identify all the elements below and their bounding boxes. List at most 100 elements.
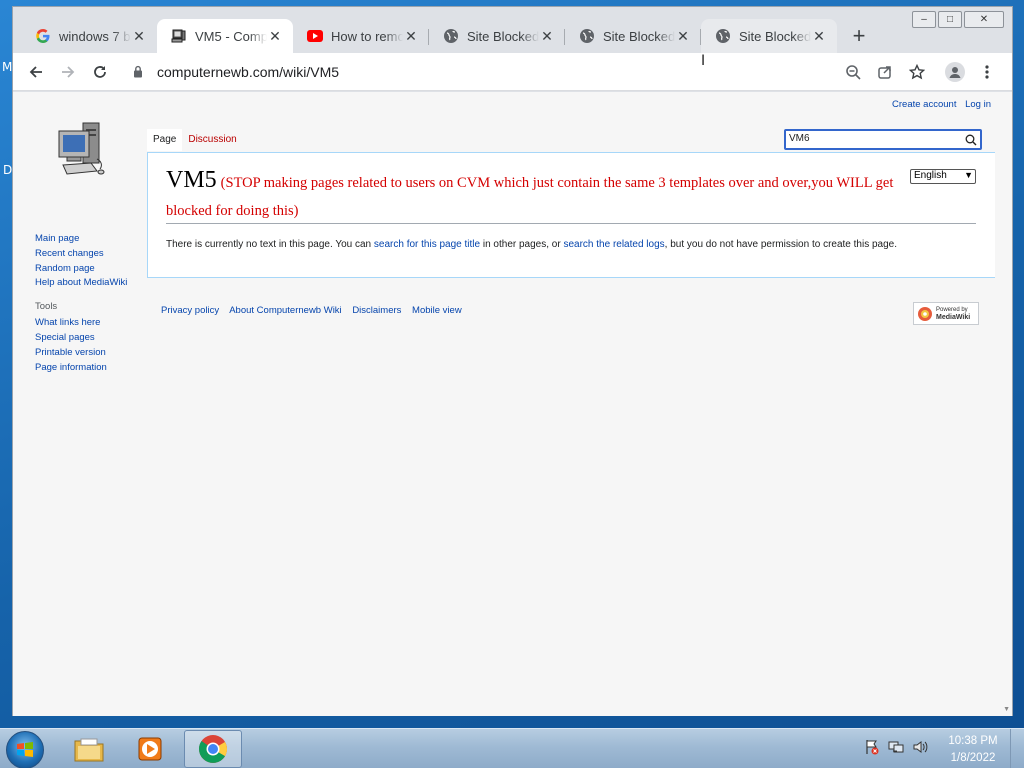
show-desktop-button[interactable] (1010, 729, 1024, 768)
globe-icon (579, 28, 595, 44)
new-tab-button[interactable]: + (845, 22, 873, 50)
zoom-icon[interactable] (843, 62, 863, 82)
computernewb-icon (171, 28, 187, 44)
tab-page[interactable]: Page (147, 129, 183, 151)
footer-links: Privacy policy About Computernewb Wiki D… (161, 305, 470, 316)
scroll-down-arrow-icon[interactable]: ▼ (1003, 706, 1010, 713)
system-tray (864, 739, 928, 760)
wiki-page: Create account Log in Main page Recent c… (13, 92, 1001, 716)
share-icon[interactable] (875, 62, 895, 82)
sidebar-item-page-information[interactable]: Page information (35, 361, 127, 376)
search-related-logs-link[interactable]: search the related logs (563, 239, 664, 250)
media-player-icon (138, 737, 162, 761)
tab-title: Site Blocked (467, 28, 539, 44)
language-select[interactable]: English ▼ (910, 169, 976, 184)
notice-text: in other pages, or (480, 239, 564, 250)
close-tab-icon[interactable]: ✕ (675, 28, 691, 45)
sidebar-item-special-pages[interactable]: Special pages (35, 331, 127, 346)
taskbar-explorer[interactable] (60, 730, 118, 768)
search-input-value: VM6 (789, 133, 810, 144)
desktop-icon-label: D (3, 163, 13, 177)
close-tab-icon[interactable]: ✕ (267, 28, 283, 45)
system-clock[interactable]: 10:38 PM 1/8/2022 (948, 733, 998, 767)
sidebar-item-help[interactable]: Help about MediaWiki (35, 276, 127, 291)
windows-logo-icon (17, 742, 33, 757)
create-account-link[interactable]: Create account (892, 99, 956, 110)
clock-date: 1/8/2022 (950, 752, 996, 764)
footer-link-privacy[interactable]: Privacy policy (161, 305, 219, 316)
back-arrow-icon (29, 66, 42, 78)
page-scrollbar[interactable]: ▼ (1001, 92, 1012, 716)
forward-button[interactable] (55, 59, 81, 85)
tab-site-blocked[interactable]: Site Blocked ✕ (565, 19, 701, 53)
site-logo[interactable] (53, 119, 109, 181)
tab-vm5[interactable]: VM5 - Comp ✕ (157, 19, 293, 53)
lock-icon[interactable] (133, 65, 143, 83)
reload-button[interactable] (87, 59, 113, 85)
tab-title: Site Blocked (739, 28, 811, 44)
back-button[interactable] (23, 59, 49, 85)
computer-logo-icon (58, 122, 105, 175)
notice-text: , but you do not have permission to crea… (664, 239, 898, 250)
sidebar: Main page Recent changes Random page Hel… (35, 232, 127, 375)
login-link[interactable]: Log in (965, 99, 991, 110)
search-icon[interactable] (965, 133, 977, 151)
page-title-main: VM5 (166, 167, 217, 193)
reload-icon (94, 66, 106, 78)
close-tab-icon[interactable]: ✕ (811, 28, 827, 45)
taskbar: 10:38 PM 1/8/2022 (0, 728, 1024, 768)
url-text: computernewb.com/wiki/VM5 (157, 64, 340, 80)
maximize-button[interactable]: □ (938, 11, 962, 28)
sidebar-item-random-page[interactable]: Random page (35, 262, 127, 277)
bookmark-star-icon[interactable] (907, 62, 927, 82)
footer-link-disclaimers[interactable]: Disclaimers (352, 305, 401, 316)
network-icon[interactable] (888, 739, 904, 760)
footer-link-mobile-view[interactable]: Mobile view (412, 305, 462, 316)
sidebar-item-printable-version[interactable]: Printable version (35, 346, 127, 361)
clock-time: 10:38 PM (948, 735, 998, 747)
tab-title: windows 7 bu (59, 28, 131, 44)
content-area: VM5 (STOP making pages related to users … (147, 152, 995, 278)
start-button[interactable] (6, 731, 44, 768)
tab-site-blocked[interactable]: Site Blocked ✕ (701, 19, 837, 53)
powered-by-text: Powered by (936, 306, 968, 313)
close-tab-icon[interactable]: ✕ (539, 28, 555, 45)
powered-by-mediawiki-badge[interactable]: Powered by MediaWiki (913, 302, 979, 325)
youtube-icon (307, 28, 323, 44)
close-window-button[interactable]: ✕ (964, 11, 1004, 28)
volume-icon[interactable] (912, 739, 928, 760)
text-cursor-icon: I (701, 53, 706, 69)
address-bar[interactable]: computernewb.com/wiki/VM5 (125, 57, 995, 87)
sidebar-item-recent-changes[interactable]: Recent changes (35, 247, 127, 262)
tab-site-blocked[interactable]: Site Blocked ✕ (429, 19, 565, 53)
tab-youtube[interactable]: How to remo ✕ (293, 19, 429, 53)
footer-link-about[interactable]: About Computernewb Wiki (229, 305, 341, 316)
close-tab-icon[interactable]: ✕ (131, 28, 147, 45)
action-center-icon[interactable] (864, 739, 880, 760)
forward-arrow-icon (62, 66, 75, 78)
explorer-icon (74, 738, 104, 762)
personal-tools: Create account Log in (886, 99, 991, 110)
taskbar-media-player[interactable] (122, 730, 180, 768)
browser-window: – □ ✕ windows 7 bu ✕ VM5 - Comp ✕ How to… (12, 6, 1013, 716)
close-tab-icon[interactable]: ✕ (403, 28, 419, 45)
tab-title: How to remo (331, 28, 403, 44)
browser-toolbar: computernewb.com/wiki/VM5 (13, 53, 1012, 91)
chevron-down-icon: ▼ (964, 170, 973, 180)
desktop-icon-label: M (2, 60, 13, 74)
search-input[interactable]: VM6 (784, 129, 982, 150)
sidebar-item-main-page[interactable]: Main page (35, 232, 127, 247)
search-page-title-link[interactable]: search for this page title (374, 239, 480, 250)
taskbar-chrome[interactable] (184, 730, 242, 768)
profile-icon[interactable] (945, 62, 965, 82)
tab-google[interactable]: windows 7 bu ✕ (21, 19, 157, 53)
globe-icon (443, 28, 459, 44)
window-controls: – □ ✕ (912, 11, 1004, 28)
minimize-button[interactable]: – (912, 11, 936, 28)
sidebar-item-what-links-here[interactable]: What links here (35, 316, 127, 331)
google-icon (35, 28, 51, 44)
menu-kebab-icon[interactable] (977, 62, 997, 82)
tab-strip: windows 7 bu ✕ VM5 - Comp ✕ How to remo … (21, 19, 873, 53)
tab-discussion[interactable]: Discussion (182, 129, 242, 151)
chrome-icon (198, 735, 227, 763)
